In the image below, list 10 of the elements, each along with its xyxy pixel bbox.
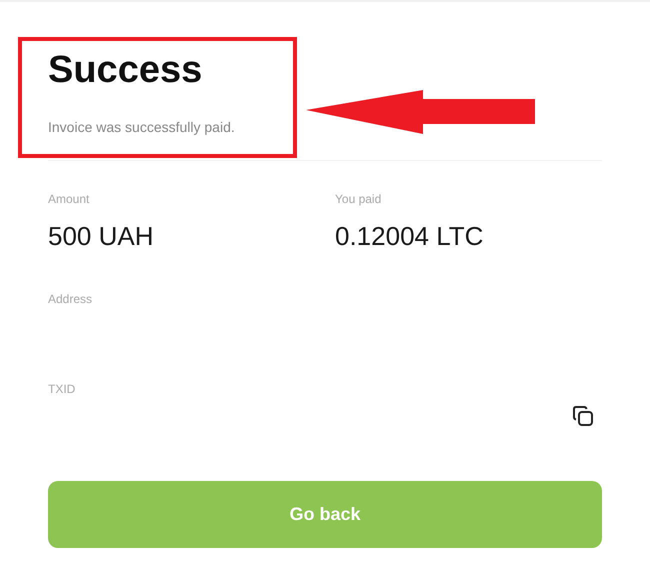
success-title: Success xyxy=(48,48,204,92)
address-label: Address xyxy=(48,291,94,307)
field-value: 500 UAH xyxy=(48,221,154,251)
field-label: You paid xyxy=(335,191,382,207)
status-message: Invoice was successfully paid. xyxy=(48,118,236,136)
copy-icon[interactable] xyxy=(572,405,594,427)
field-label: Amount xyxy=(48,191,90,207)
go-back-button[interactable]: Go back xyxy=(48,481,602,548)
txid-label: TXID xyxy=(48,381,76,397)
field-value: 0.12004 LTC xyxy=(335,221,484,251)
